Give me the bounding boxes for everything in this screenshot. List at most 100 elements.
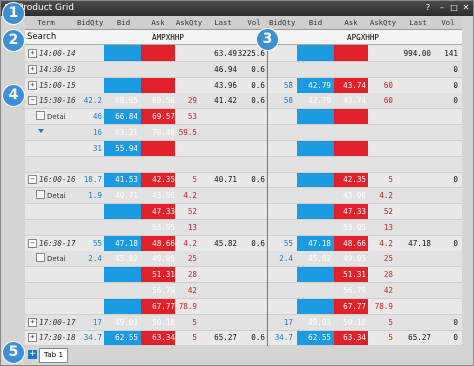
cell-askqty-2[interactable]: 42 xyxy=(384,286,393,295)
cell-last-1[interactable]: 45.82 xyxy=(214,239,237,248)
cell-askqty-1[interactable]: 5 xyxy=(192,175,197,184)
cell-ask-2[interactable]: 42.35 xyxy=(343,175,366,184)
cell-bidqty-2[interactable]: 34.7 xyxy=(275,333,293,342)
cell-askqty-1[interactable]: 28 xyxy=(188,270,197,279)
col-header-ask-2[interactable]: Ask xyxy=(334,18,368,27)
cell-last-1[interactable]: 46.94 xyxy=(214,65,237,74)
cell-bidqty-1[interactable]: 2.4 xyxy=(88,254,102,263)
cell-ask-2[interactable]: 50.18 xyxy=(343,318,366,327)
maximize-button[interactable]: □ xyxy=(449,3,459,13)
cell-askqty-2[interactable]: 4.2 xyxy=(379,191,393,200)
cell-vol-2[interactable]: 0 xyxy=(453,333,458,342)
cell-askqty-2[interactable]: 25 xyxy=(384,254,393,263)
cell-vol-2[interactable]: 0 xyxy=(453,318,458,327)
tab-1[interactable]: Tab 1 xyxy=(39,348,69,363)
table-row[interactable]: 67.77 78.9 67.77 78.9 xyxy=(25,299,462,315)
cell-ask-2[interactable]: 49.05 xyxy=(343,254,366,263)
col-header-bidqty-1[interactable]: BidQty xyxy=(77,18,103,27)
expand-icon[interactable]: + xyxy=(28,49,37,58)
expand-icon[interactable]: + xyxy=(28,64,37,74)
table-row[interactable]: +15:00-15 43.96 0.6 58 42.79 43.74 60 0 xyxy=(25,78,462,94)
expand-icon[interactable]: + xyxy=(28,317,37,327)
cell-bidqty-2[interactable]: 58 xyxy=(284,96,293,105)
detail-checkbox[interactable]: Detai xyxy=(36,190,66,200)
col-header-vol-2[interactable]: Vol xyxy=(435,18,461,27)
cell-vol-2[interactable]: 0 xyxy=(453,81,458,90)
table-row[interactable]: 56.79 42 56.79 42 xyxy=(25,283,462,299)
cell-bidqty-1[interactable]: 16 xyxy=(93,128,102,137)
price-grid[interactable]: Term BidQty Bid Ask AskQty Last Vol BidQ… xyxy=(25,16,462,346)
cell-ask-1[interactable]: 42.35 xyxy=(152,175,175,184)
cell-vol-1[interactable]: 0.6 xyxy=(251,65,265,74)
cell-vol-2[interactable]: 141 xyxy=(444,49,458,58)
cell-vol-2[interactable]: 0 xyxy=(453,175,458,184)
cell-askqty-2[interactable]: 60 xyxy=(384,96,393,105)
cell-bidqty-2[interactable]: 2.4 xyxy=(279,254,293,263)
cell-askqty-2[interactable]: 5 xyxy=(388,333,393,342)
cell-bid-1[interactable]: 55.94 xyxy=(115,144,138,153)
cell-ask-1[interactable]: 67.77 xyxy=(152,302,175,311)
cell-ask-2[interactable]: 48.66 xyxy=(343,239,366,248)
cell-bid-2[interactable]: 42.79 xyxy=(308,81,331,90)
cell-bidqty-1[interactable]: 34.7 xyxy=(84,333,102,342)
cell-bid-1[interactable]: 63.21 xyxy=(115,128,138,137)
col-header-bid-1[interactable]: Bid xyxy=(105,18,142,27)
cell-ask-1[interactable]: 49.05 xyxy=(152,254,175,263)
cell-askqty-2[interactable]: 52 xyxy=(384,207,393,216)
cell-bid-1[interactable]: 62.55 xyxy=(115,333,138,342)
cell-last-2[interactable]: 65.27 xyxy=(408,333,431,342)
cell-bidqty-1[interactable]: 46 xyxy=(93,112,102,121)
cell-ask-1[interactable]: 50.18 xyxy=(152,318,175,327)
dropdown-arrow-icon[interactable] xyxy=(38,129,44,133)
col-header-askqty-2[interactable]: AskQty xyxy=(368,18,398,27)
cell-bid-2[interactable]: 45.82 xyxy=(308,254,331,263)
cell-askqty-1[interactable]: 4.2 xyxy=(183,239,197,248)
cell-bid-1[interactable]: 41.53 xyxy=(115,175,138,184)
cell-last-1[interactable]: 43.96 xyxy=(214,81,237,90)
cell-vol-1[interactable]: 0.6 xyxy=(251,175,265,184)
cell-askqty-2[interactable]: 13 xyxy=(384,223,393,232)
cell-bidqty-2[interactable]: 17 xyxy=(284,318,293,327)
cell-last-1[interactable]: 65.27 xyxy=(214,333,237,342)
cell-ask-2[interactable]: 56.79 xyxy=(343,286,366,295)
cell-askqty-2[interactable]: 5 xyxy=(388,318,393,327)
cell-bid-1[interactable]: 45.82 xyxy=(115,254,138,263)
cell-ask-2[interactable]: 43.96 xyxy=(343,191,366,200)
table-row[interactable]: Detai 2.4 45.82 49.05 25 2.4 45.82 49.05 25 xyxy=(25,251,462,268)
expand-icon[interactable]: + xyxy=(28,80,37,90)
search-label[interactable]: Search xyxy=(27,32,56,42)
cell-askqty-2[interactable]: 4.2 xyxy=(379,239,393,248)
table-row[interactable]: +17:30-18 34.7 62.55 63.34 5 65.27 0.6 34.7 62.5… xyxy=(25,330,462,346)
table-row[interactable]: 51.31 28 51.31 28 xyxy=(25,267,462,284)
table-row[interactable]: +14:00-14 63.49 3225.6 994.00 141 xyxy=(25,46,462,62)
cell-last-1[interactable]: 40.71 xyxy=(214,175,237,184)
cell-ask-1[interactable]: 70.48 xyxy=(152,128,175,137)
col-header-bid-2[interactable]: Bid xyxy=(297,18,334,27)
cell-ask-1[interactable]: 56.79 xyxy=(152,286,175,295)
cell-bidqty-1[interactable]: 17 xyxy=(93,318,102,327)
minimize-button[interactable]: – xyxy=(437,3,447,13)
cell-bid-2[interactable]: 49.03 xyxy=(308,318,331,327)
cell-askqty-1[interactable]: 53 xyxy=(188,112,197,121)
collapse-icon[interactable]: − xyxy=(28,238,37,248)
cell-bid-2[interactable]: 42.79 xyxy=(308,96,331,105)
cell-bidqty-2[interactable]: 58 xyxy=(284,81,293,90)
table-row[interactable]: 53.95 13 53.95 13 xyxy=(25,219,462,236)
checkbox-icon[interactable] xyxy=(36,190,45,200)
checkbox-icon[interactable] xyxy=(36,253,45,263)
cell-bid-2[interactable]: 62.55 xyxy=(308,333,331,342)
cell-ask-1[interactable]: 48.66 xyxy=(152,239,175,248)
cell-askqty-2[interactable]: 78.9 xyxy=(375,302,393,311)
cell-askqty-2[interactable]: 5 xyxy=(388,175,393,184)
cell-askqty-1[interactable]: 5 xyxy=(192,318,197,327)
col-header-bidqty-2[interactable]: BidQty xyxy=(269,18,295,27)
cell-vol-2[interactable]: 0 xyxy=(453,65,458,74)
collapse-icon[interactable]: − xyxy=(28,96,37,106)
table-row[interactable]: −15:30-16 42.2 68.65 69.56 29 41.42 0.6 58 42.79… xyxy=(25,93,462,110)
help-button[interactable]: ? xyxy=(423,3,433,13)
cell-ask-1[interactable]: 53.95 xyxy=(152,223,175,232)
col-header-askqty-1[interactable]: AskQty xyxy=(175,18,203,27)
table-row[interactable] xyxy=(25,156,462,173)
cell-askqty-1[interactable]: 4.2 xyxy=(183,191,197,200)
cell-ask-2[interactable]: 51.31 xyxy=(343,270,366,279)
